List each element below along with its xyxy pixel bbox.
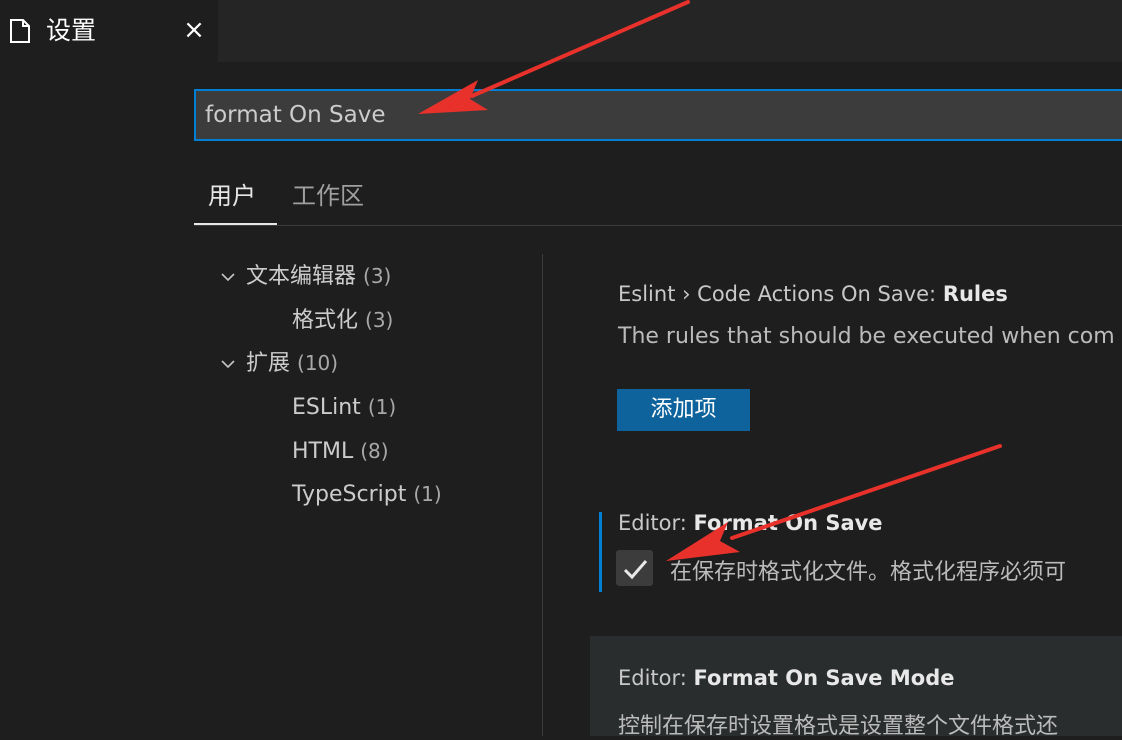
file-icon — [9, 19, 31, 43]
toc-item-label: HTML — [292, 439, 354, 464]
add-item-button[interactable]: 添加项 — [617, 389, 750, 431]
setting-name: Format On Save — [693, 511, 883, 535]
toc-item-label: TypeScript — [292, 482, 407, 507]
toc-item-formatting[interactable]: 格式化 (3) — [292, 303, 393, 337]
settings-tab[interactable]: 设置 × — [0, 0, 218, 62]
chevron-down-icon — [220, 348, 246, 382]
toc-item-text-editor[interactable]: 文本编辑器 (3) — [220, 259, 391, 293]
settings-toc: 文本编辑器 (3) 格式化 (3) 扩展 (10) ESLint (1) HTM… — [200, 255, 540, 555]
toc-item-count: (3) — [365, 308, 394, 332]
toc-item-label: 扩展 — [246, 351, 291, 376]
setting-category: Eslint › Code Actions On Save: — [618, 282, 943, 306]
setting-title: Editor: Format On Save — [618, 511, 883, 535]
setting-category: Editor: — [618, 666, 694, 690]
toc-item-label: 文本编辑器 — [246, 264, 357, 289]
editor-tab-bar: 设置 × — [0, 0, 1122, 62]
setting-format-on-save: Editor: Format On Save 在保存时格式化文件。格式化程序必须… — [590, 511, 1122, 601]
settings-search-box[interactable] — [194, 89, 1122, 141]
toc-item-extensions[interactable]: 扩展 (10) — [220, 346, 338, 380]
setting-description: 在保存时格式化文件。格式化程序必须可 — [670, 560, 1067, 585]
setting-category: Editor: — [618, 511, 694, 535]
setting-title: Eslint › Code Actions On Save: Rules — [618, 282, 1008, 306]
toc-item-eslint[interactable]: ESLint (1) — [292, 390, 396, 424]
toc-item-html[interactable]: HTML (8) — [292, 434, 389, 468]
settings-search-input[interactable] — [196, 91, 1122, 139]
toc-item-count: (1) — [413, 482, 442, 506]
setting-name: Format On Save Mode — [693, 666, 955, 690]
tab-title: 设置 — [46, 16, 97, 45]
toc-item-count: (8) — [360, 439, 389, 463]
setting-description: 控制在保存时设置格式是设置整个文件格式还 — [618, 714, 1059, 739]
tab-workspace[interactable]: 工作区 — [292, 176, 364, 216]
toc-item-typescript[interactable]: TypeScript (1) — [292, 477, 442, 511]
close-icon[interactable]: × — [178, 13, 210, 47]
toc-item-label: 格式化 — [292, 308, 359, 333]
scope-tabs: 用户 工作区 — [194, 170, 1122, 226]
toc-item-count: (1) — [367, 395, 397, 419]
toc-item-label: ESLint — [292, 395, 361, 420]
tab-user[interactable]: 用户 — [208, 176, 256, 216]
toc-item-count: (3) — [363, 264, 392, 288]
format-on-save-checkbox[interactable] — [616, 550, 653, 586]
setting-name: Rules — [942, 282, 1008, 306]
chevron-down-icon — [220, 261, 246, 295]
toc-item-count: (10) — [297, 351, 339, 375]
setting-format-on-save-mode: Editor: Format On Save Mode 控制在保存时设置格式是设… — [590, 636, 1122, 739]
active-tab-underline — [194, 223, 277, 225]
setting-description: The rules that should be executed when c… — [618, 324, 1115, 349]
check-icon — [623, 560, 648, 580]
toc-divider — [542, 254, 543, 736]
setting-title: Editor: Format On Save Mode — [618, 666, 954, 690]
